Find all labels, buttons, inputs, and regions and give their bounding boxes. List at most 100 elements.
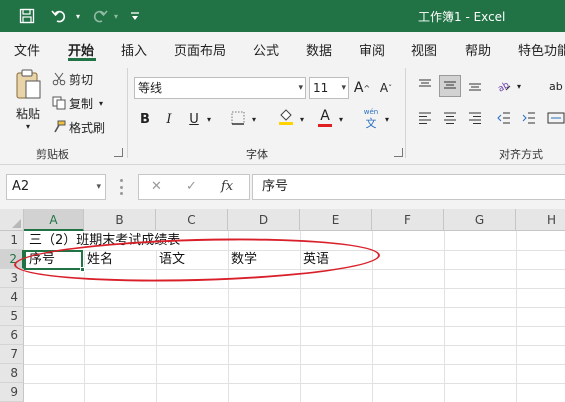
format-painter-button[interactable]: 格式刷 [52,118,105,136]
clipboard-dialog-launcher-icon[interactable] [114,148,123,157]
column-header-d[interactable]: D [228,209,300,231]
tab-insert[interactable]: 插入 [121,40,147,59]
formula-input[interactable]: 序号 [252,174,565,200]
gridline [444,231,445,402]
shrink-font-icon: A [379,81,389,95]
fill-color-button[interactable] [276,107,296,129]
row-header-7[interactable]: 7 [0,345,24,364]
align-middle-button[interactable] [439,75,461,97]
ribbon-home: 粘贴 ▾ 剪切 复制 ▾ 格式刷 剪贴板 等线 ▾ 11 ▾ A ^ Aˇ B I [0,62,565,165]
orientation-dropdown-icon[interactable]: ▾ [515,76,523,96]
decrease-indent-icon [497,111,511,128]
tab-help[interactable]: 帮助 [465,40,491,59]
tab-formulas[interactable]: 公式 [253,40,279,59]
select-all-button[interactable] [0,209,24,231]
formula-buttons: ✕ ✓ fx [138,174,250,200]
borders-icon [231,111,245,128]
fill-color-dropdown-icon[interactable]: ▾ [298,109,306,129]
column-header-c[interactable]: C [156,209,228,231]
borders-button[interactable] [229,109,247,129]
column-header-a[interactable]: A [24,209,84,231]
insert-function-icon[interactable]: fx [221,179,233,194]
gridline [24,383,565,384]
tab-review[interactable]: 审阅 [359,40,385,59]
undo-icon[interactable] [48,6,70,26]
row-header-6[interactable]: 6 [0,326,24,345]
worksheet-grid[interactable]: A B C D E F G H 1 2 3 4 5 6 7 8 9 三（2）班期… [0,209,565,402]
merge-center-icon [547,111,565,128]
scissors-icon [52,72,69,86]
underline-dropdown-icon[interactable]: ▾ [205,109,213,129]
formula-bar-grip-icon[interactable] [120,179,123,195]
orientation-button[interactable]: ab [494,76,514,96]
italic-button[interactable]: I [160,109,178,129]
font-size-dropdown-icon: ▾ [341,83,346,93]
column-header-f[interactable]: F [372,209,444,231]
underline-button[interactable]: U [185,109,203,129]
borders-dropdown-icon[interactable]: ▾ [250,109,258,129]
paste-button[interactable]: 粘贴 ▾ [8,66,48,132]
font-size-combo[interactable]: 11 ▾ [309,77,349,99]
font-color-swatch [318,124,332,127]
align-center-button[interactable] [440,109,460,129]
shrink-font-button[interactable]: Aˇ [377,77,395,99]
column-header-h[interactable]: H [516,209,565,231]
paintbrush-icon [52,120,69,134]
column-header-g[interactable]: G [444,209,516,231]
cancel-icon[interactable]: ✕ [151,179,162,194]
tab-file[interactable]: 文件 [14,40,40,59]
decrease-indent-button[interactable] [494,109,514,129]
wrap-text-button[interactable]: ab [549,76,565,96]
cut-label: 剪切 [69,72,94,87]
undo-dropdown-icon[interactable]: ▾ [72,6,84,26]
align-center-icon [443,111,457,128]
row-header-8[interactable]: 8 [0,364,24,383]
cut-button[interactable]: 剪切 [52,70,93,88]
font-dialog-launcher-icon[interactable] [394,148,403,157]
gridline [516,231,517,402]
align-bottom-button[interactable] [465,76,485,96]
active-tab-indicator [68,58,96,61]
tab-page-layout[interactable]: 页面布局 [174,40,226,59]
merge-center-button[interactable] [547,109,565,129]
row-header-3[interactable]: 3 [0,269,24,288]
redo-icon[interactable] [88,6,110,26]
grow-font-button[interactable]: A ^ [353,77,371,99]
tab-home[interactable]: 开始 [68,40,94,59]
alignment-group-label: 对齐方式 [499,148,543,161]
enter-icon[interactable]: ✓ [186,179,197,194]
phonetic-dropdown-icon[interactable]: ▾ [383,109,391,129]
font-name-combo[interactable]: 等线 ▾ [134,77,306,99]
row-header-4[interactable]: 4 [0,288,24,307]
format-painter-label: 格式刷 [69,120,106,135]
copy-button[interactable]: 复制 ▾ [52,94,103,112]
column-header-e[interactable]: E [300,209,372,231]
row-header-5[interactable]: 5 [0,307,24,326]
font-color-dropdown-icon[interactable]: ▾ [337,109,345,129]
tab-special-features[interactable]: 特色功能 [518,40,565,59]
customize-qat-icon[interactable] [128,6,142,26]
orientation-icon: ab [496,78,512,95]
paste-icon [14,68,42,103]
align-right-button[interactable] [465,109,485,129]
increase-indent-button[interactable] [519,109,539,129]
align-right-icon [468,111,482,128]
column-header-b[interactable]: B [84,209,156,231]
row-header-1[interactable]: 1 [0,231,24,250]
align-left-button[interactable] [415,109,435,129]
font-color-button[interactable]: A [315,107,335,129]
bold-button[interactable]: B [136,109,154,129]
redo-dropdown-icon[interactable]: ▾ [110,6,122,26]
copy-dropdown-icon: ▾ [99,98,104,108]
tab-view[interactable]: 视图 [411,40,437,59]
gridline [24,345,565,346]
name-box-value: A2 [12,179,30,194]
name-box[interactable]: A2 ▾ [6,174,106,200]
save-icon[interactable] [16,6,38,26]
fill-bucket-icon [278,108,294,129]
align-top-button[interactable] [415,76,435,96]
tab-data[interactable]: 数据 [306,40,332,59]
row-header-9[interactable]: 9 [0,383,24,402]
align-left-icon [418,111,432,128]
phonetic-guide-button[interactable]: wén 文 [360,106,382,132]
